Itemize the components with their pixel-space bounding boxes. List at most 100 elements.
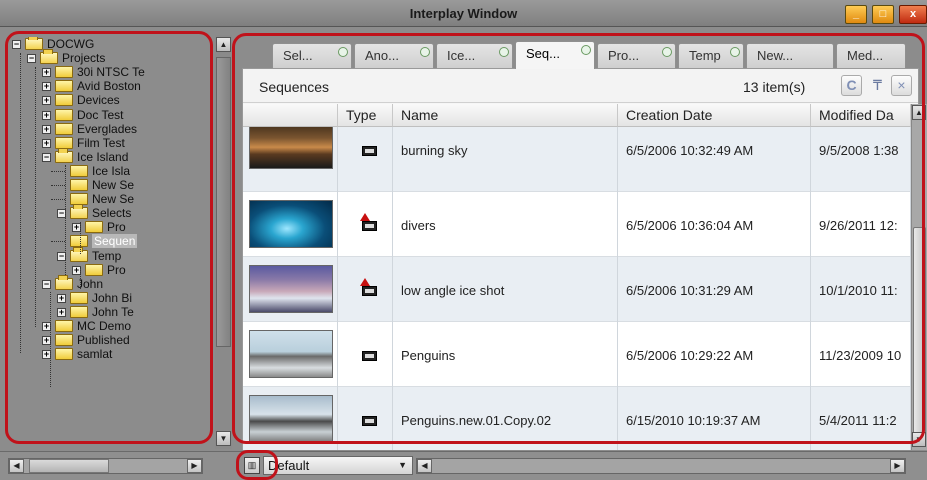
window-titlebar: Interplay Window _ □ x [0,0,927,27]
layout-icon[interactable]: ▥ [244,457,260,474]
tree-item[interactable]: − Selects [8,204,213,221]
tree-item[interactable]: + MC Demo [8,319,213,334]
tab-2[interactable]: Ice... [436,43,513,68]
folder-open-icon [40,49,58,65]
modified-text: 5/4/2011 11:2 [819,413,897,428]
bottom-bar: ◀ ▶ ▥ Default ▼ ◀ ▶ [0,451,927,480]
tree-item[interactable]: + Pro [8,263,213,278]
tree-item[interactable]: − Projects [8,49,213,66]
tree-item[interactable]: New Se [8,192,213,207]
tree-item[interactable]: + samlat [8,347,213,362]
collapse-icon[interactable]: − [12,40,21,49]
close-window-button[interactable]: x [899,5,927,24]
creation-text: 6/5/2006 10:36:04 AM [626,218,754,233]
column-header-modified-date[interactable]: Modified Da [811,104,911,127]
thumbnail-cell [243,387,338,450]
tree-connector [50,292,51,387]
tree-item[interactable]: + Pro [8,220,213,235]
tree-item[interactable]: + John Bi [8,291,213,306]
tree-horizontal-scrollbar[interactable]: ◀ ▶ [8,458,203,474]
scroll-up-arrow-icon[interactable]: ▲ [216,37,231,52]
tree-item-label: Ice Island [77,149,129,164]
tree-item[interactable]: − Temp [8,246,213,264]
tree-item-label: Doc Test [77,107,124,122]
tab-5[interactable]: Temp [678,43,744,68]
expand-icon[interactable]: + [42,68,51,78]
tree-item[interactable]: + Devices [8,93,213,108]
tree-connector [51,170,65,172]
column-header-name[interactable]: Name [393,104,618,127]
tree-item[interactable]: − DOCWG [8,37,213,52]
tree-item[interactable]: + Published [8,333,213,348]
column-header-type[interactable]: Type [338,104,393,127]
tab-status-icon [730,47,740,57]
expand-icon[interactable]: + [42,124,51,134]
expand-icon[interactable]: + [57,293,66,303]
tab-1[interactable]: Ano... [354,43,434,68]
folder-open-icon [70,204,88,220]
table-scroll-thumb[interactable] [913,227,926,442]
scroll-up-arrow-icon[interactable]: ▲ [912,105,926,120]
expand-icon[interactable]: + [42,110,51,120]
table-vertical-scrollbar[interactable]: ▲ ▼ [911,104,927,450]
tree-item[interactable]: Ice Isla [8,164,213,179]
refresh-icon[interactable]: C [841,75,862,96]
tree-item[interactable]: + Doc Test [8,108,213,123]
expand-icon[interactable]: + [42,138,51,148]
tab-status-icon [499,47,509,57]
tree-scroll-thumb[interactable] [216,57,231,347]
collapse-icon[interactable]: − [42,279,51,289]
expand-icon[interactable]: + [57,307,66,317]
modified-text: 10/1/2010 11: [819,283,898,298]
scroll-left-arrow-icon[interactable]: ◀ [417,459,432,473]
collapse-icon[interactable]: − [42,152,51,162]
tree-item[interactable]: +30i NTSC Te [8,65,213,80]
tree-item-label: Avid Boston [77,79,141,94]
clip-thumbnail [249,395,333,443]
tree-item[interactable]: Sequen [8,234,213,249]
expand-icon[interactable]: + [42,82,51,92]
table-row[interactable]: burning sky 6/5/2006 10:32:49 AM 9/5/2008 … [243,127,911,192]
maximize-button[interactable]: □ [872,5,894,24]
name-cell: low angle ice shot [393,257,618,322]
tab-status-icon [338,47,348,57]
collapse-icon[interactable]: − [27,54,36,64]
pin-icon[interactable]: ₸ [867,75,888,96]
folder-tree-panel: − DOCWG − Projects +30i NTSC Te + Avid Boston +… [0,27,236,451]
scroll-right-arrow-icon[interactable]: ▶ [890,459,905,473]
modified-cell: 11/23/2009 10 [811,322,911,387]
scroll-left-arrow-icon[interactable]: ◀ [9,459,24,473]
tree-item[interactable]: + Film Test [8,136,213,151]
tree-hscroll-thumb[interactable] [29,459,109,473]
tab-0[interactable]: Sel... [272,43,352,68]
tab-3[interactable]: Seq... [515,41,595,69]
tree-item[interactable]: + Everglades [8,122,213,137]
column-header-thumbnail[interactable] [243,104,338,127]
table-row[interactable]: low angle ice shot 6/5/2006 10:31:29 AM 10… [243,257,911,322]
column-header-creation-date[interactable]: Creation Date [618,104,811,127]
table-row[interactable]: Penguins.new.01.Copy.02 6/15/2010 10:19:3… [243,387,911,450]
table-row[interactable]: Penguins 6/5/2006 10:29:22 AM 11/23/2009 1… [243,322,911,387]
layout-select[interactable]: Default ▼ [263,456,413,475]
tree-item[interactable]: + Avid Boston [8,79,213,94]
close-pane-icon[interactable]: × [891,75,912,96]
tree-item[interactable]: + John Te [8,305,213,320]
table-horizontal-scrollbar[interactable]: ◀ ▶ [416,458,906,474]
tree-item-label: MC Demo [77,319,132,333]
tree-item-label: samlat [77,347,113,362]
scroll-right-arrow-icon[interactable]: ▶ [187,459,202,473]
tree-item[interactable]: − Ice Island [8,147,213,165]
minimize-button[interactable]: _ [845,5,867,24]
tree-item[interactable]: New Se [8,178,213,193]
folder-icon [55,348,73,361]
table-row[interactable]: divers 6/5/2006 10:36:04 AM 9/26/2011 12: [243,192,911,257]
sequence-icon [362,146,377,156]
tab-4[interactable]: Pro... [597,43,676,68]
scroll-down-arrow-icon[interactable]: ▼ [912,432,926,447]
tree-item[interactable]: − John [8,274,213,292]
tab-6[interactable]: New... [746,43,834,68]
scroll-down-arrow-icon[interactable]: ▼ [216,431,231,446]
tab-7[interactable]: Med... [836,43,906,68]
expand-icon[interactable]: + [42,96,51,106]
tree-vertical-scrollbar[interactable]: ▲ ▼ [215,35,232,449]
